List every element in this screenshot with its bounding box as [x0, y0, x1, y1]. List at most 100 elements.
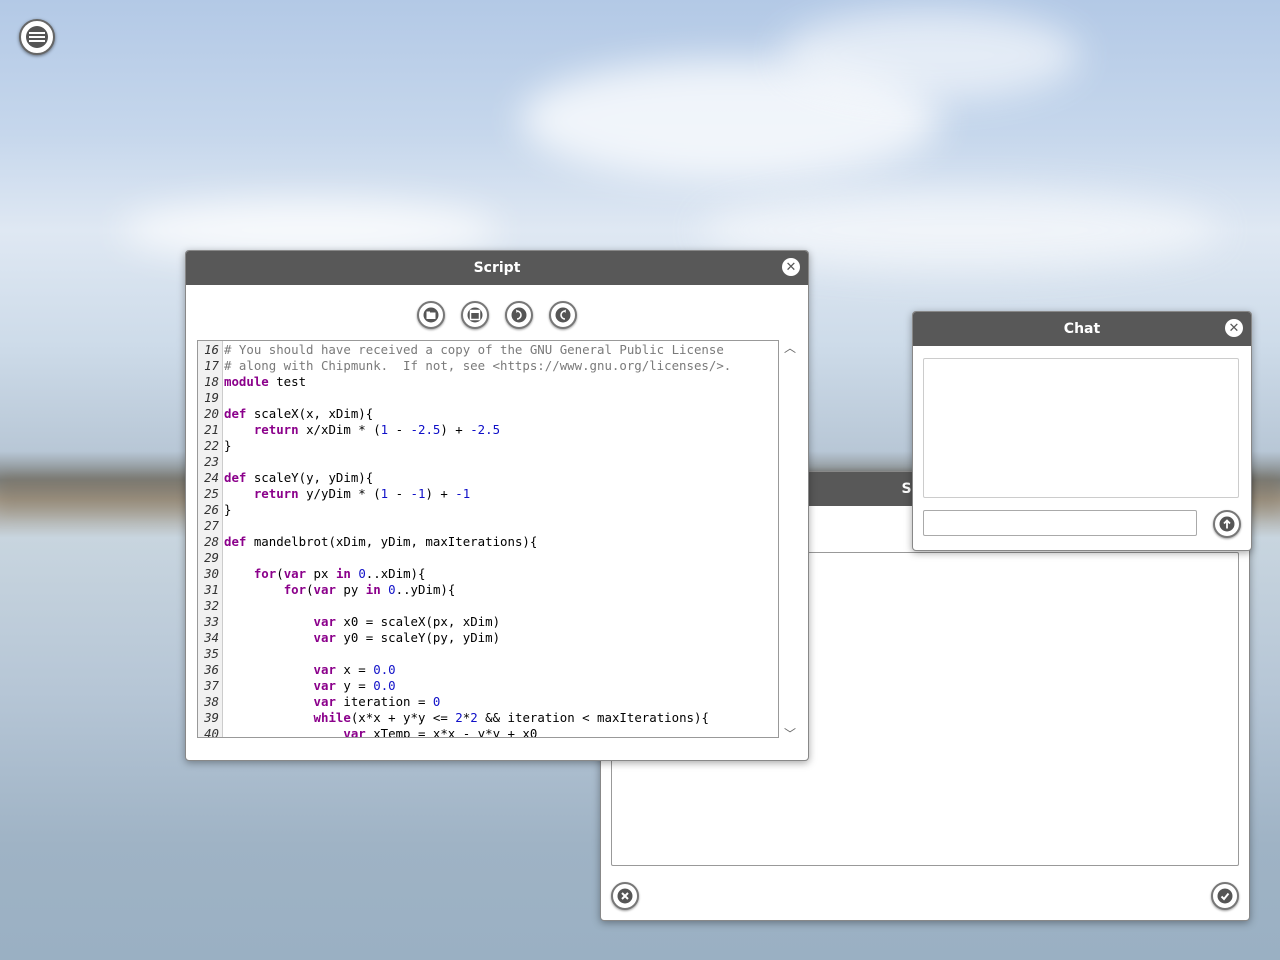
chat-close-button[interactable]: ✕	[1225, 319, 1243, 337]
undo-icon	[555, 307, 571, 323]
line-code: }	[224, 502, 232, 517]
code-line: 39 while(x*x + y*y <= 2*2 && iteration <…	[198, 710, 731, 726]
line-number: 23	[204, 454, 219, 469]
scroll-up-arrow[interactable]: ︿	[784, 339, 796, 356]
code-line: 32	[198, 598, 731, 614]
script-window: Script ✕ 16 # You should have received a …	[185, 250, 809, 761]
open-button[interactable]	[417, 301, 445, 329]
line-number: 34	[204, 630, 219, 645]
code-line: 38 var iteration = 0	[198, 694, 731, 710]
script-titlebar[interactable]: Script ✕	[186, 251, 808, 285]
line-code: var x = 0.0	[313, 662, 396, 677]
arrow-up-icon	[1219, 516, 1235, 532]
code-line: 16 # You should have received a copy of t…	[198, 342, 731, 358]
code-line: 28 def mandelbrot(xDim, yDim, maxIteratio…	[198, 534, 731, 550]
line-number: 40	[204, 726, 219, 738]
chevron-up-icon: ︿	[783, 341, 796, 355]
code-line: 40 var xTemp = x*x - y*y + x0	[198, 726, 731, 738]
code-line: 24 def scaleY(y, yDim){	[198, 470, 731, 486]
line-code: def scaleX(x, xDim){	[224, 406, 374, 421]
x-icon	[617, 888, 633, 904]
code-line: 23	[198, 454, 731, 470]
line-code: while(x*x + y*y <= 2*2 && iteration < ma…	[313, 710, 709, 725]
script-toolbar	[186, 301, 808, 329]
script-title: Script	[473, 260, 521, 276]
code-line: 20 def scaleX(x, xDim){	[198, 406, 731, 422]
line-number: 33	[204, 614, 219, 629]
line-number: 30	[204, 566, 219, 581]
line-number: 26	[204, 502, 219, 517]
open-folder-icon	[423, 307, 439, 323]
code-line: 18 module test	[198, 374, 731, 390]
chevron-down-icon: ﹀	[783, 727, 796, 741]
code-line: 34 var y0 = scaleY(py, yDim)	[198, 630, 731, 646]
code-line: 27	[198, 518, 731, 534]
cloud	[780, 10, 1080, 100]
line-number: 24	[204, 470, 219, 485]
chat-title: Chat	[1063, 321, 1101, 337]
line-code: def mandelbrot(xDim, yDim, maxIterations…	[224, 534, 538, 549]
line-code: module test	[224, 374, 307, 389]
code-line: 25 return y/yDim * (1 - -1) + -1	[198, 486, 731, 502]
line-code: var xTemp = x*x - y*y + x0	[343, 726, 538, 738]
undo-button[interactable]	[549, 301, 577, 329]
line-code: var iteration = 0	[313, 694, 441, 709]
code-line: 26}	[198, 502, 731, 518]
hamburger-menu-icon	[26, 26, 48, 48]
code-line: 21 return x/xDim * (1 - -2.5) + -2.5	[198, 422, 731, 438]
line-number: 29	[204, 550, 219, 565]
script-close-button[interactable]: ✕	[782, 258, 800, 276]
line-code: # along with Chipmunk. If not, see <http…	[224, 358, 732, 373]
chat-titlebar[interactable]: Chat ✕	[913, 312, 1251, 346]
close-icon: ✕	[785, 259, 797, 275]
line-number: 39	[204, 710, 219, 725]
save-window-icon	[467, 307, 483, 323]
line-code: }	[224, 438, 232, 453]
line-number: 31	[204, 582, 219, 597]
line-number: 35	[204, 646, 219, 661]
code-line: 17 # along with Chipmunk. If not, see <ht…	[198, 358, 731, 374]
main-menu-button[interactable]	[19, 19, 55, 55]
close-icon: ✕	[1228, 320, 1240, 336]
line-number: 38	[204, 694, 219, 709]
chat-input[interactable]	[923, 510, 1197, 536]
line-code: return x/xDim * (1 - -2.5) + -2.5	[253, 422, 501, 437]
line-number: 20	[204, 406, 219, 421]
code-line: 37 var y = 0.0	[198, 678, 731, 694]
settings-ok-button[interactable]	[1211, 882, 1239, 910]
line-code: def scaleY(y, yDim){	[224, 470, 374, 485]
line-number: 25	[204, 486, 219, 501]
line-number: 17	[204, 358, 219, 373]
line-number: 36	[204, 662, 219, 677]
code-line: 19	[198, 390, 731, 406]
chat-messages[interactable]	[923, 358, 1239, 498]
line-number: 22	[204, 438, 219, 453]
line-number: 28	[204, 534, 219, 549]
code-editor[interactable]: 16 # You should have received a copy of t…	[197, 340, 779, 738]
settings-cancel-button[interactable]	[611, 882, 639, 910]
line-code: var x0 = scaleX(px, xDim)	[313, 614, 501, 629]
line-code: for(var px in 0..xDim){	[253, 566, 426, 581]
chat-window: Chat ✕	[912, 311, 1252, 551]
code-line: 29	[198, 550, 731, 566]
line-code: for(var py in 0..yDim){	[283, 582, 456, 597]
code-line: 31 for(var py in 0..yDim){	[198, 582, 731, 598]
redo-button[interactable]	[505, 301, 533, 329]
save-button[interactable]	[461, 301, 489, 329]
line-code: var y = 0.0	[313, 678, 396, 693]
line-code: # You should have received a copy of the…	[224, 342, 724, 357]
line-number: 18	[204, 374, 219, 389]
code-line: 35	[198, 646, 731, 662]
line-number: 21	[204, 422, 219, 437]
code-line: 22}	[198, 438, 731, 454]
scroll-down-arrow[interactable]: ﹀	[784, 725, 796, 742]
chat-send-button[interactable]	[1213, 510, 1241, 538]
line-number: 19	[204, 390, 219, 405]
line-number: 16	[204, 342, 219, 357]
